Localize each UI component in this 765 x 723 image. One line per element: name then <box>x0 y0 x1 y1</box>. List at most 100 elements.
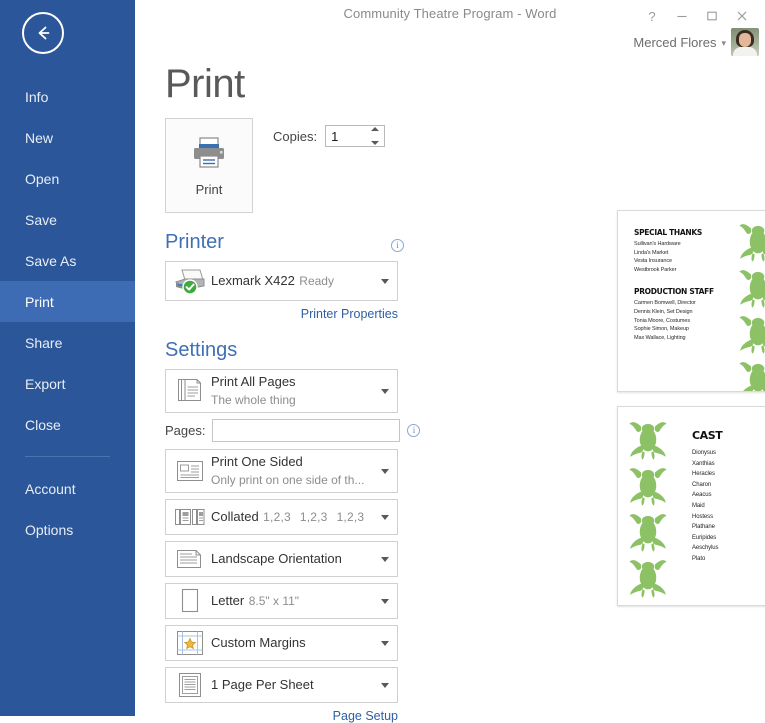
chevron-down-icon[interactable] <box>381 389 389 394</box>
copies-group: Copies: <box>273 125 386 147</box>
collation-sequence: 1,2,3 1,2,3 1,2,3 <box>263 510 373 524</box>
print-action-row: Print Copies: <box>165 118 410 213</box>
settings-heading-label: Settings <box>165 339 238 361</box>
page2-frog-column <box>626 417 670 599</box>
page-title: Print <box>165 62 245 106</box>
print-sides-title: Print One Sided <box>211 454 303 469</box>
production-staff-item: Carmen Bomwell, Director <box>634 300 696 307</box>
sidebar-item-label: Save As <box>25 252 77 269</box>
paper-size-icon <box>169 587 211 615</box>
cast-item: Charon <box>692 481 712 488</box>
printer-select[interactable]: Lexmark X422 Ready <box>165 261 398 301</box>
sidebar-item-open[interactable]: Open <box>0 158 135 199</box>
pages-info-icon[interactable]: i <box>407 424 421 437</box>
preview-page-1[interactable]: SPECIAL THANKS Sullivan's Hardware Linda… <box>617 210 765 392</box>
printer-device-icon <box>169 267 211 295</box>
sidebar-item-label: New <box>25 129 54 146</box>
printer-properties-link[interactable]: Printer Properties <box>165 307 398 321</box>
printer-heading-label: Printer <box>165 231 224 253</box>
copies-stepper-arrows[interactable] <box>371 127 380 145</box>
print-sides-subtitle: Only print on one side of th... <box>211 473 365 487</box>
chevron-down-icon[interactable] <box>381 279 389 284</box>
copies-label: Copies: <box>273 128 318 144</box>
chevron-down-icon[interactable] <box>381 599 389 604</box>
landscape-orientation-icon <box>169 547 211 571</box>
page-setup-link[interactable]: Page Setup <box>165 709 398 723</box>
sidebar-item-label: Share <box>25 334 63 351</box>
cast-item: Maid <box>692 502 705 509</box>
printer-status: Ready <box>299 274 334 288</box>
cast-item: Euripides <box>692 534 717 541</box>
collation-seq-1: 1,2,3 <box>263 510 291 524</box>
print-sides-text: Print One Sided Only print on one side o… <box>211 453 375 489</box>
orientation-select[interactable]: Landscape Orientation <box>165 541 398 577</box>
collation-select[interactable]: Collated 1,2,3 1,2,3 1,2,3 <box>165 499 398 535</box>
pages-per-sheet-select[interactable]: 1 Page Per Sheet <box>165 667 398 703</box>
print-sides-select[interactable]: Print One Sided Only print on one side o… <box>165 449 398 493</box>
chevron-down-icon[interactable] <box>381 641 389 646</box>
print-range-text: Print All Pages The whole thing <box>211 373 375 409</box>
print-button-label: Print <box>195 181 223 197</box>
sidebar-item-account[interactable]: Account <box>0 468 135 509</box>
frog-icon <box>626 463 670 507</box>
production-staff-heading: PRODUCTION STAFF <box>634 287 714 297</box>
chevron-down-icon[interactable] <box>381 515 389 520</box>
all-pages-icon <box>169 377 211 405</box>
stepper-down-icon[interactable] <box>371 141 380 145</box>
chevron-down-icon[interactable] <box>381 469 389 474</box>
sidebar-item-info[interactable]: Info <box>0 76 135 117</box>
paper-size-text: Letter 8.5" x 11" <box>211 592 375 610</box>
pages-input[interactable] <box>212 419 401 442</box>
chevron-down-icon[interactable] <box>381 557 389 562</box>
sidebar-item-options[interactable]: Options <box>0 509 135 550</box>
sidebar-item-close[interactable]: Close <box>0 404 135 445</box>
sidebar-item-label: Print <box>25 293 54 310</box>
sidebar-item-save-as[interactable]: Save As <box>0 240 135 281</box>
print-button[interactable]: Print <box>165 118 253 213</box>
sidebar-item-save[interactable]: Save <box>0 199 135 240</box>
printer-info-icon[interactable]: i <box>391 239 404 252</box>
cast-table: CAST Dionysus Xanthias Heracles Charon A… <box>692 429 765 565</box>
print-range-subtitle: The whole thing <box>211 393 296 407</box>
production-staff-item: Dennis Klein, Set Design <box>634 308 693 315</box>
sidebar-item-print[interactable]: Print <box>0 281 135 322</box>
margins-title: Custom Margins <box>211 635 306 650</box>
cast-item: Hostess <box>692 513 713 520</box>
special-thanks-heading: SPECIAL THANKS <box>634 228 702 237</box>
production-staff-item: Sophie Simon, Makeup <box>634 326 689 333</box>
paper-size-subtitle: 8.5" x 11" <box>248 594 300 608</box>
sidebar-item-label: Options <box>25 521 74 538</box>
sidebar-item-export[interactable]: Export <box>0 363 135 404</box>
cast-item: Plathane <box>692 524 715 531</box>
page1-frog-column <box>736 219 765 391</box>
sidebar-item-share[interactable]: Share <box>0 322 135 363</box>
chevron-down-icon[interactable] <box>381 683 389 688</box>
pages-per-sheet-title: 1 Page Per Sheet <box>211 677 314 692</box>
sidebar-item-label: Info <box>25 88 49 105</box>
print-preview-pane[interactable]: SPECIAL THANKS Sullivan's Hardware Linda… <box>465 110 765 716</box>
cast-item: Xanthias <box>692 460 715 467</box>
pages-field-row: Pages: i <box>165 419 421 442</box>
stepper-up-icon[interactable] <box>371 127 380 131</box>
copies-stepper[interactable] <box>325 125 386 147</box>
collated-icon <box>169 506 211 528</box>
frog-icon <box>736 219 765 263</box>
collation-title: Collated <box>211 509 259 524</box>
paper-size-title: Letter <box>211 593 245 608</box>
paper-size-select[interactable]: Letter 8.5" x 11" <box>165 583 398 619</box>
print-range-select[interactable]: Print All Pages The whole thing <box>165 369 398 413</box>
sidebar-item-label: Close <box>25 416 61 433</box>
sidebar-item-new[interactable]: New <box>0 117 135 158</box>
page1-left-column: SPECIAL THANKS Sullivan's Hardware Linda… <box>634 228 730 342</box>
preview-page-2[interactable]: CAST Dionysus Xanthias Heracles Charon A… <box>617 406 765 606</box>
one-sided-icon <box>169 459 211 483</box>
cast-column: CAST Dionysus Xanthias Heracles Charon A… <box>692 429 754 565</box>
pages-label: Pages: <box>165 423 206 438</box>
production-staff-item: Tonia Moore, Costumes <box>634 317 690 324</box>
margins-text: Custom Margins <box>211 634 375 652</box>
back-button[interactable] <box>22 12 64 54</box>
frog-icon <box>626 509 670 553</box>
margins-select[interactable]: Custom Margins <box>165 625 398 661</box>
collation-text: Collated 1,2,3 1,2,3 1,2,3 <box>211 508 375 526</box>
pages-per-sheet-icon <box>169 672 211 698</box>
